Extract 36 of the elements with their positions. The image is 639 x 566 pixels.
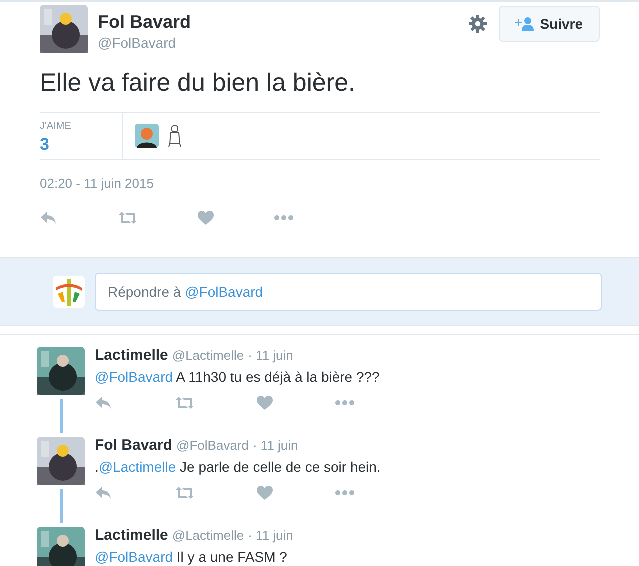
reply-date[interactable]: · 11 juin [248,528,294,543]
follow-button[interactable]: Suivre [499,6,600,42]
heart-icon[interactable] [257,396,273,410]
likes-count[interactable]: 3 [40,135,122,155]
reply-icon[interactable] [40,211,58,225]
reply-date[interactable]: · 11 juin [248,348,294,363]
reply-date[interactable]: · 11 juin [252,438,298,453]
reply-text: .@Lactimelle Je parle de celle de ce soir hein. [95,459,382,475]
retweet-icon[interactable] [175,396,195,410]
reply-text: @FolBavard A 11h30 tu es déjà à la bière ??? [95,369,381,385]
heart-icon[interactable] [198,211,214,225]
author-name[interactable]: Fol Bavard [98,12,470,33]
reply-text: @FolBavard Il y a une FASM ? [95,549,288,565]
more-icon[interactable] [335,400,355,406]
reply-icon[interactable] [95,396,113,410]
likes-label: J'AIME [40,121,72,132]
author-handle[interactable]: @Lactimelle [172,528,244,543]
retweet-icon[interactable] [118,211,138,225]
add-user-icon [514,17,534,31]
reply-icon[interactable] [95,486,113,500]
author-handle[interactable]: @FolBavard [98,35,470,51]
author-name[interactable]: Lactimelle [95,347,168,364]
logo-icon [53,276,85,308]
more-icon[interactable] [274,215,294,221]
author-name[interactable]: Lactimelle [95,527,168,544]
retweet-icon[interactable] [175,486,195,500]
more-icon[interactable] [335,490,355,496]
heart-icon[interactable] [257,486,273,500]
tweet-text: Elle va faire du bien la bière. [40,69,356,98]
author-handle[interactable]: @FolBavard [176,438,249,453]
timestamp[interactable]: 02:20 - 11 juin 2015 [40,176,600,191]
figure-drawing [167,124,183,148]
author-handle[interactable]: @Lactimelle [172,348,244,363]
reply-field[interactable]: Répondre à @FolBavard [95,272,602,310]
author-name[interactable]: Fol Bavard [95,437,173,454]
settings-icon[interactable] [469,15,488,33]
